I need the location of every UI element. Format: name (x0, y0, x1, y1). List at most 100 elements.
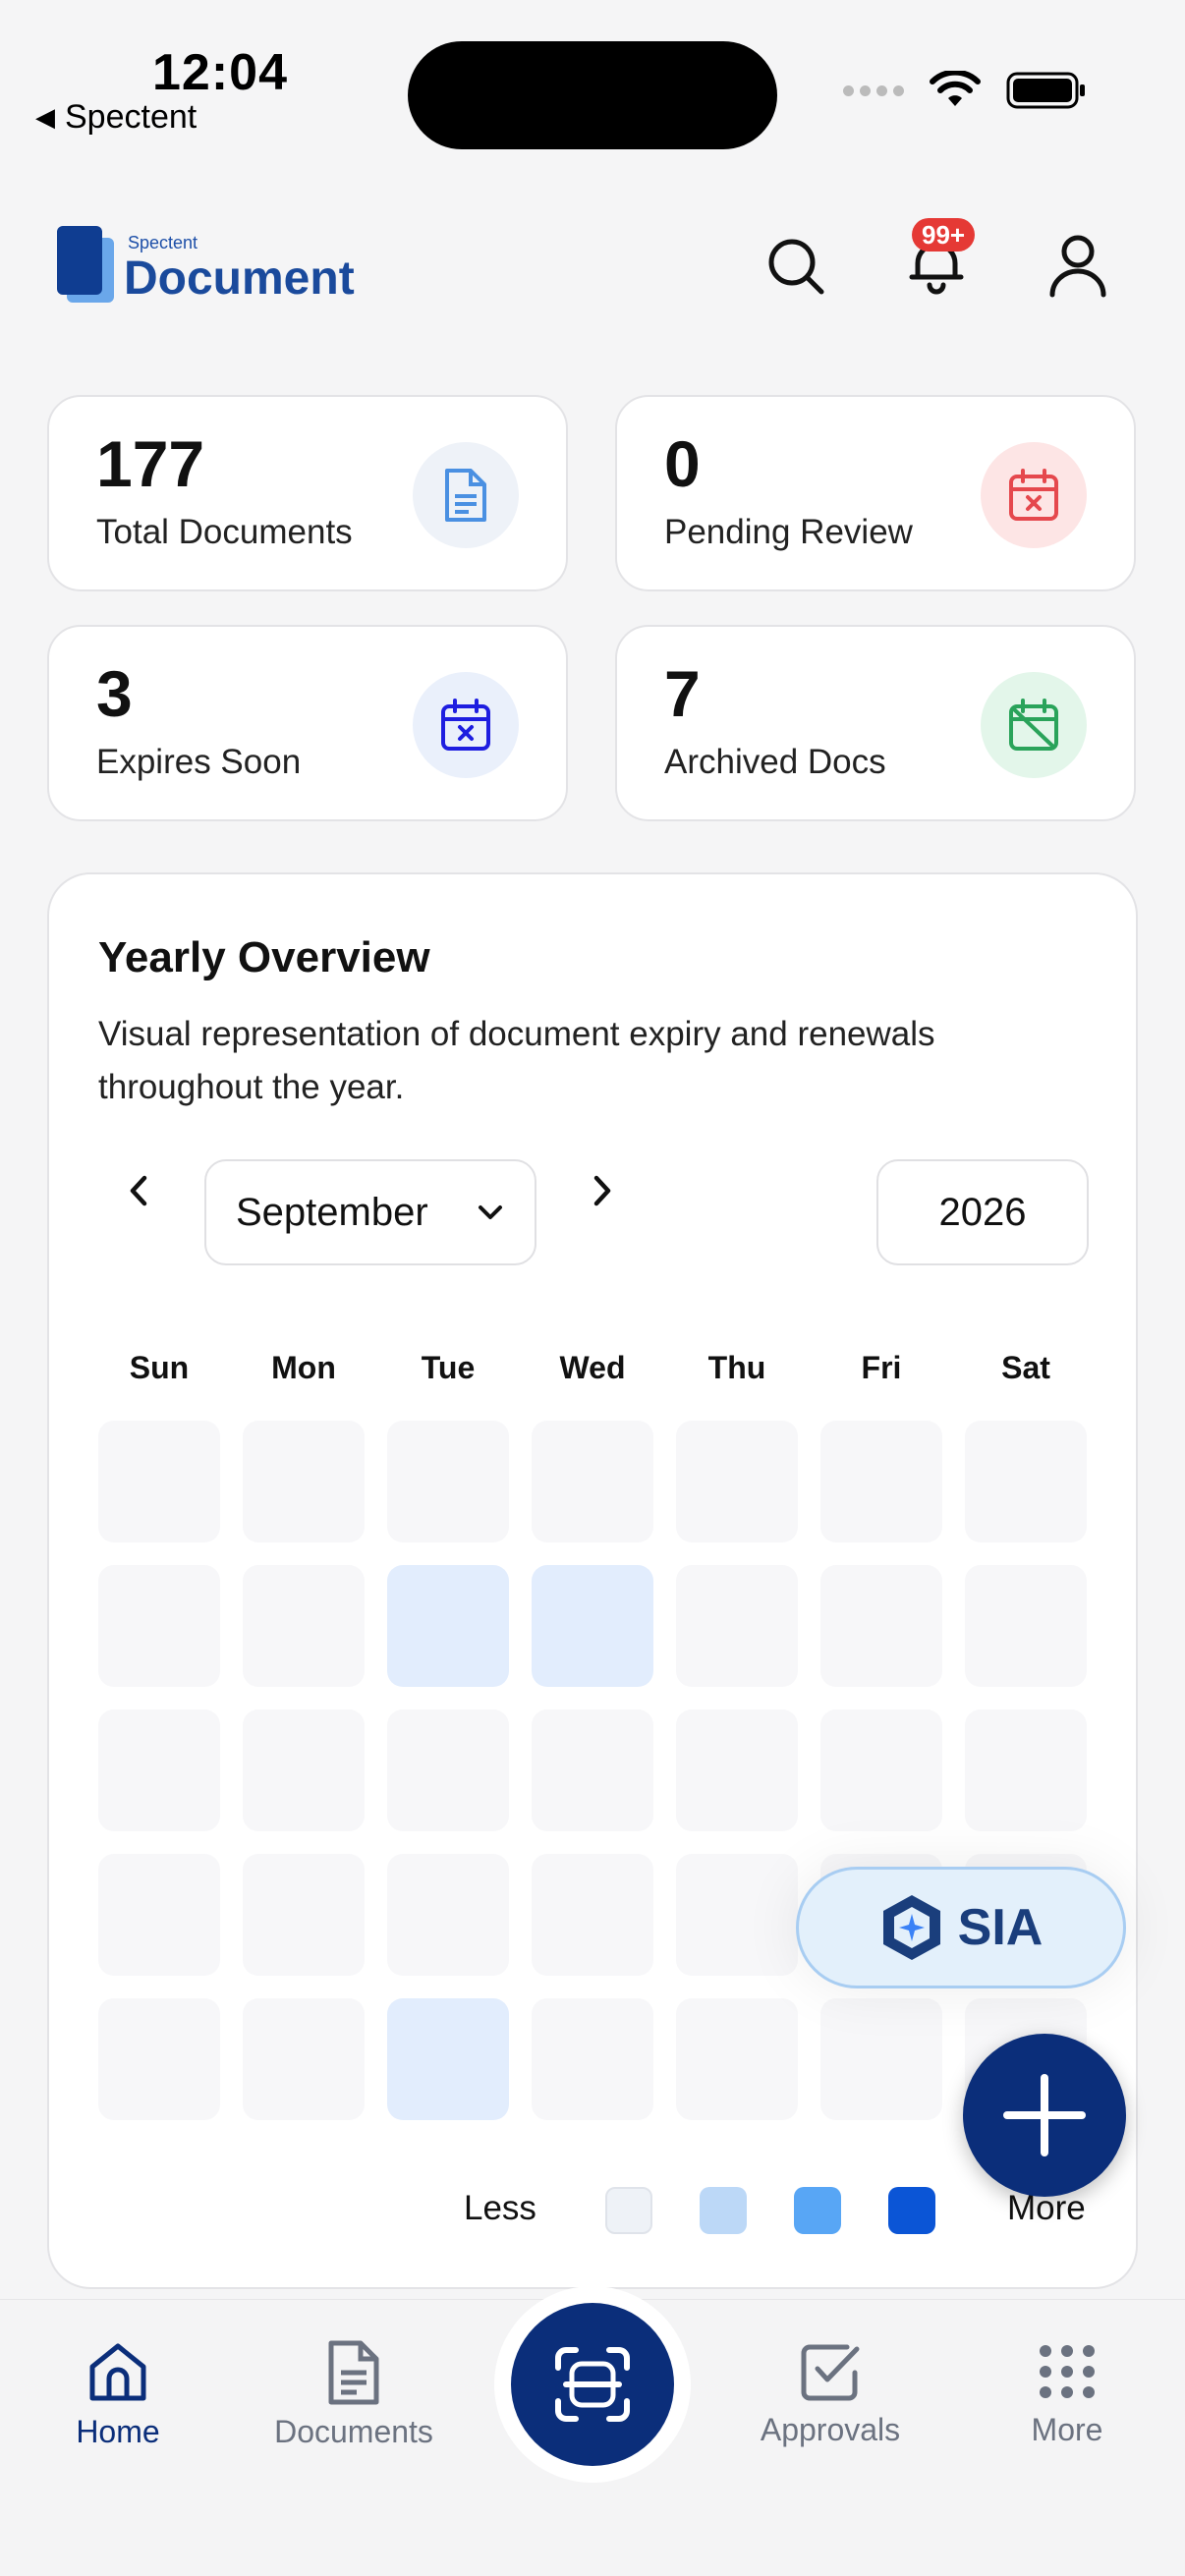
heatmap-day-cell[interactable] (387, 1565, 509, 1687)
nav-item-approvals[interactable]: Approvals (732, 2339, 929, 2448)
heatmap-day-cell[interactable] (243, 1998, 365, 2120)
chevron-right-icon (593, 1175, 611, 1206)
stat-label: Archived Docs (664, 743, 886, 781)
legend-swatch (794, 2187, 841, 2234)
next-month-button[interactable] (572, 1161, 631, 1220)
heatmap-day-cell[interactable] (820, 1998, 942, 2120)
weekday-label: Thu (707, 1350, 766, 1385)
heatmap-day-cell[interactable] (243, 1854, 365, 1976)
legend-swatch (888, 2187, 935, 2234)
stat-card-pending-review[interactable]: 0 Pending Review (615, 395, 1136, 591)
back-app-label: Spectent (65, 98, 198, 136)
nav-item-home[interactable]: Home (20, 2339, 216, 2450)
heatmap-day-cell[interactable] (676, 1998, 798, 2120)
sia-assistant-button[interactable]: SIA (796, 1867, 1126, 1988)
nav-item-documents[interactable]: Documents (255, 2339, 452, 2450)
dynamic-island (408, 41, 777, 149)
logo-subtitle: Spectent (128, 233, 198, 252)
heatmap-day-cell[interactable] (98, 1709, 220, 1831)
notifications-button[interactable]: 99+ (902, 218, 976, 301)
heatmap-day-cell[interactable] (532, 1998, 653, 2120)
nav-label: Home (76, 2414, 160, 2449)
calendar-x-icon (413, 672, 519, 778)
cellular-signal-icon (843, 84, 904, 96)
legend-less-label: Less (464, 2189, 536, 2227)
heatmap-day-cell[interactable] (243, 1565, 365, 1687)
month-select-value: September (236, 1190, 428, 1234)
overview-title: Yearly Overview (98, 933, 430, 981)
heatmap-day-cell[interactable] (820, 1421, 942, 1542)
plus-icon (1003, 2074, 1086, 2156)
scan-button-ring (494, 2286, 691, 2483)
stat-value: 7 (664, 657, 701, 730)
heatmap-day-cell[interactable] (532, 1421, 653, 1542)
heatmap-day-cell[interactable] (387, 1421, 509, 1542)
sia-label: SIA (957, 1899, 1044, 1956)
status-indicators (843, 71, 1087, 110)
status-time: 12:04 (152, 44, 288, 101)
sia-logo-icon (882, 1895, 940, 1960)
stat-card-archived-docs[interactable]: 7 Archived Docs (615, 625, 1136, 821)
heatmap-day-cell[interactable] (676, 1421, 798, 1542)
heatmap-day-cell[interactable] (965, 1421, 1087, 1542)
stat-card-total-documents[interactable]: 177 Total Documents (47, 395, 568, 591)
heatmap-day-cell[interactable] (532, 1709, 653, 1831)
stat-value: 177 (96, 427, 205, 500)
heatmap-day-cell[interactable] (965, 1565, 1087, 1687)
profile-button[interactable] (1044, 232, 1112, 301)
heatmap-day-cell[interactable] (676, 1565, 798, 1687)
grid-dots-icon (1040, 2345, 1095, 2398)
month-select[interactable]: September (204, 1159, 536, 1265)
user-icon (1049, 235, 1106, 298)
heatmap-day-cell[interactable] (387, 1998, 509, 2120)
heatmap-day-cell[interactable] (98, 1421, 220, 1542)
weekday-label: Sat (1001, 1350, 1050, 1385)
heatmap-day-cell[interactable] (243, 1709, 365, 1831)
heatmap-day-cell[interactable] (965, 1709, 1087, 1831)
app-logo[interactable]: Spectent Document (57, 226, 355, 303)
scan-icon (555, 2347, 630, 2422)
chevron-down-icon (479, 1205, 502, 1219)
heatmap-day-cell[interactable] (532, 1565, 653, 1687)
calendar-x-icon (981, 442, 1087, 548)
back-triangle-icon: ◀ (35, 102, 55, 132)
scan-button[interactable] (511, 2303, 674, 2466)
heatmap-day-cell[interactable] (676, 1854, 798, 1976)
weekday-label: Wed (559, 1350, 626, 1385)
add-document-button[interactable] (963, 2034, 1126, 2197)
stat-value: 0 (664, 427, 701, 500)
weekday-label: Tue (421, 1350, 476, 1385)
year-input[interactable]: 2026 (876, 1159, 1089, 1265)
wifi-icon (930, 71, 981, 106)
weekday-label: Mon (271, 1350, 336, 1385)
heatmap-day-cell[interactable] (387, 1709, 509, 1831)
heatmap-day-cell[interactable] (820, 1565, 942, 1687)
heatmap-day-cell[interactable] (532, 1854, 653, 1976)
search-button[interactable] (762, 232, 830, 301)
stat-label: Total Documents (96, 513, 353, 551)
home-icon (89, 2343, 146, 2401)
app-header: Spectent Document 99+ (0, 196, 1185, 334)
heatmap-day-cell[interactable] (98, 1565, 220, 1687)
previous-month-button[interactable] (110, 1161, 169, 1220)
nav-item-more[interactable]: More (969, 2339, 1165, 2448)
heatmap-day-cell[interactable] (676, 1709, 798, 1831)
weekday-label: Sun (129, 1350, 190, 1385)
logo-title: Document (124, 252, 355, 305)
stat-label: Expires Soon (96, 743, 302, 781)
heatmap-day-cell[interactable] (243, 1421, 365, 1542)
bottom-nav: Home Documents Approvals More (0, 2286, 1185, 2576)
heatmap-day-cell[interactable] (98, 1854, 220, 1976)
stat-card-expires-soon[interactable]: 3 Expires Soon (47, 625, 568, 821)
nav-label: More (1031, 2412, 1103, 2447)
heatmap-day-cell[interactable] (820, 1709, 942, 1831)
back-to-app-link[interactable]: ◀ Spectent (35, 98, 197, 137)
heatmap-day-cell[interactable] (98, 1998, 220, 2120)
legend-swatch (700, 2187, 747, 2234)
stat-value: 3 (96, 657, 133, 730)
nav-label: Approvals (760, 2412, 901, 2447)
nav-label: Documents (274, 2414, 433, 2449)
heatmap-day-cell[interactable] (387, 1854, 509, 1976)
calendar-off-icon (981, 672, 1087, 778)
search-icon (768, 239, 824, 295)
